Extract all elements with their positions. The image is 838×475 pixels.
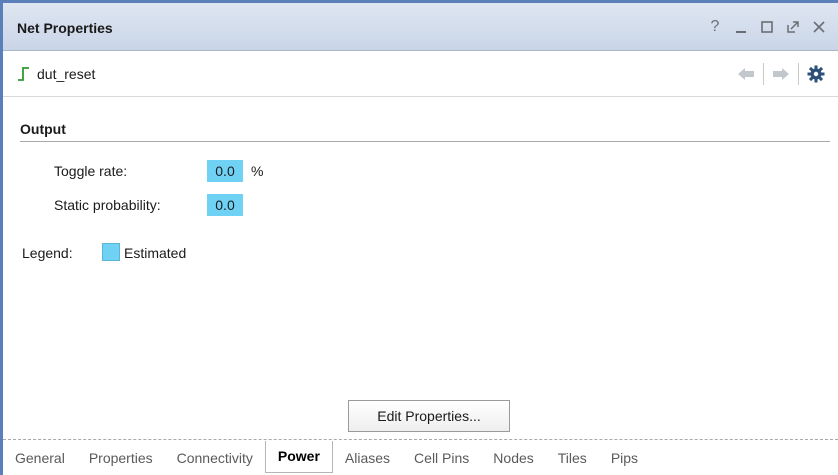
tab-tiles[interactable]: Tiles — [546, 443, 599, 473]
arrow-right-icon[interactable] — [767, 61, 795, 87]
section-divider — [20, 141, 830, 142]
float-icon[interactable] — [782, 16, 804, 38]
tab-aliases[interactable]: Aliases — [333, 443, 402, 473]
help-icon[interactable]: ? — [704, 16, 726, 38]
tab-nodes[interactable]: Nodes — [481, 443, 545, 473]
tab-connectivity[interactable]: Connectivity — [165, 443, 265, 473]
close-icon[interactable] — [808, 16, 830, 38]
gear-icon[interactable] — [802, 61, 830, 87]
nav-separator — [798, 63, 799, 85]
signal-step-icon — [17, 66, 31, 85]
static-probability-label: Static probability: — [54, 197, 161, 213]
edit-properties-button[interactable]: Edit Properties... — [348, 400, 510, 432]
net-header: dut_reset — [3, 51, 838, 97]
toggle-rate-label: Toggle rate: — [54, 163, 128, 179]
tab-cell-pins[interactable]: Cell Pins — [402, 443, 481, 473]
nav-separator — [763, 63, 764, 85]
tab-bar: General Properties Connectivity Power Al… — [3, 440, 838, 475]
arrow-left-icon[interactable] — [732, 61, 760, 87]
static-probability-value[interactable]: 0.0 — [207, 194, 243, 216]
window-controls: ? — [704, 16, 830, 38]
tab-pips[interactable]: Pips — [599, 443, 650, 473]
toggle-rate-value[interactable]: 0.0 — [207, 160, 243, 182]
tab-power[interactable]: Power — [264, 440, 333, 473]
tab-properties[interactable]: Properties — [77, 443, 165, 473]
output-section-title: Output — [20, 121, 66, 137]
title-bar: Net Properties ? — [3, 3, 838, 51]
legend-estimated-swatch — [102, 243, 120, 261]
legend-label: Legend: — [22, 245, 73, 261]
minimize-icon[interactable] — [730, 16, 752, 38]
toggle-rate-unit: % — [251, 163, 264, 179]
legend-estimated-text: Estimated — [124, 245, 187, 261]
maximize-icon[interactable] — [756, 16, 778, 38]
net-name: dut_reset — [37, 66, 96, 82]
nav-toolbar — [732, 61, 830, 87]
tab-general[interactable]: General — [3, 443, 77, 473]
window-title: Net Properties — [17, 20, 113, 36]
